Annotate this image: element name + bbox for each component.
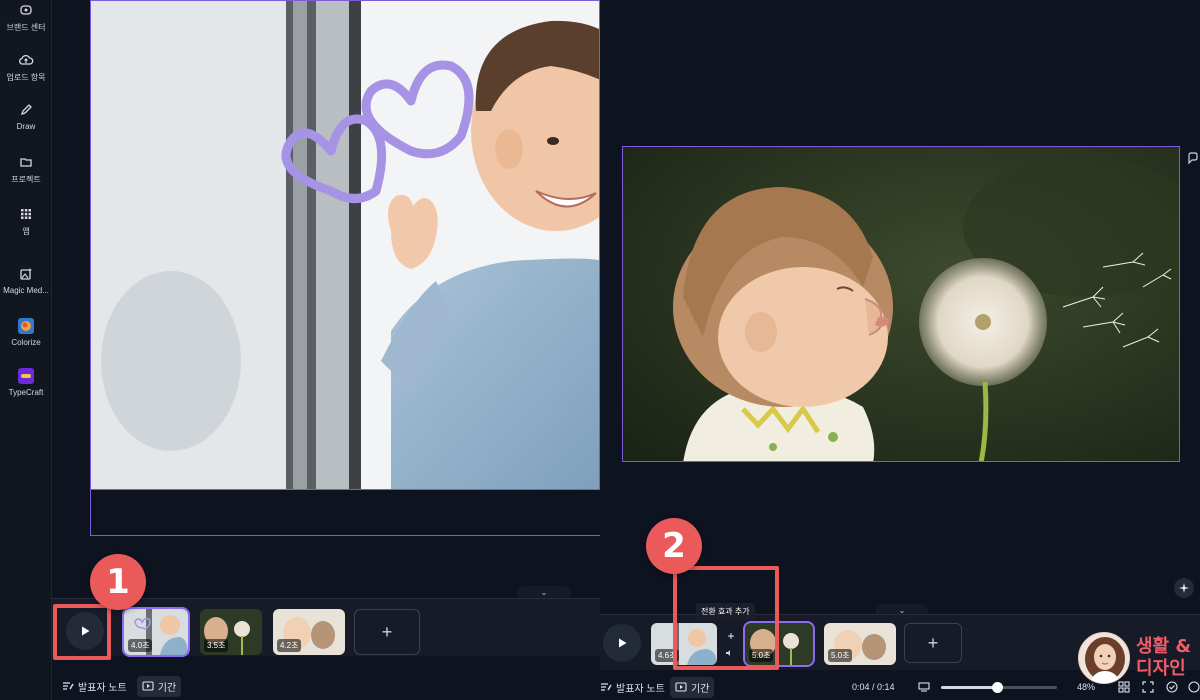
- timeline-page-thumb-2[interactable]: 3.5초: [200, 609, 262, 655]
- zoom-slider-fill: [941, 686, 997, 689]
- timeline-page-thumb-3[interactable]: 4.2초: [273, 609, 345, 655]
- add-page-button[interactable]: +: [354, 609, 420, 655]
- play-button[interactable]: [603, 624, 641, 662]
- timer-video-icon: [675, 682, 687, 692]
- sidebar-item-colorize[interactable]: Colorize: [0, 316, 52, 347]
- sidebar-item-uploads[interactable]: 업로드 항목: [0, 50, 52, 83]
- canvas-page-footer: [90, 490, 600, 536]
- timeline-collapse-tab[interactable]: ⌄: [518, 586, 570, 598]
- add-page-button[interactable]: +: [904, 623, 962, 663]
- sidebar-item-brand-center[interactable]: 브랜드 센터: [0, 0, 52, 33]
- sparkle-icon: [1179, 583, 1189, 593]
- sidebar: 브랜드 센터 업로드 항목 Draw 프로젝트 앱 Magic Med... C…: [0, 0, 52, 700]
- upload-cloud-icon: [15, 50, 37, 70]
- sidebar-item-label: 앱: [22, 227, 30, 236]
- zoom-slider-knob[interactable]: [991, 682, 1003, 693]
- duration-label: 기간: [691, 683, 710, 695]
- playback-time: 0:04 / 0:14: [852, 682, 895, 692]
- sidebar-item-label: Magic Med...: [3, 286, 49, 295]
- sidebar-item-label: Draw: [16, 122, 36, 131]
- left-bottom-bar: 발표자 노트 기간: [52, 672, 600, 700]
- speaker-notes-label: 발표자 노트: [616, 683, 665, 695]
- comment-icon[interactable]: [1185, 150, 1200, 166]
- chevron-down-icon: ⌄: [540, 587, 548, 597]
- design-canvas-page-1[interactable]: [90, 0, 600, 490]
- left-editor-pane: ⌄ 4.0초 3.5초 4.2초 + 발표자 노트 기간 1: [52, 0, 600, 700]
- pen-icon: [15, 100, 37, 120]
- brand-text: 생활 & 디자인: [1136, 636, 1191, 680]
- sidebar-item-label: TypeCraft: [8, 388, 44, 397]
- timer-video-icon: [142, 681, 154, 691]
- brand-center-icon: [15, 0, 37, 20]
- thumb-duration: 4.2초: [277, 639, 302, 652]
- brand-watermark: 생활 & 디자인: [1078, 632, 1196, 684]
- magic-sparkle-button[interactable]: [1174, 578, 1194, 598]
- sidebar-item-apps[interactable]: 앱: [0, 204, 52, 237]
- thumb-duration: 3.5초: [204, 639, 229, 652]
- callout-highlight-box-1: [53, 604, 111, 660]
- magic-media-icon: [15, 264, 37, 284]
- sidebar-item-typecraft[interactable]: TypeCraft: [0, 366, 52, 397]
- sidebar-item-label: Colorize: [11, 338, 41, 347]
- left-timeline: 4.0초 3.5초 4.2초 +: [52, 598, 600, 657]
- callout-badge-2: 2: [646, 518, 702, 574]
- zoom-slider[interactable]: [941, 682, 1057, 693]
- sidebar-item-label: 프로젝트: [11, 175, 41, 184]
- sidebar-item-magic-media[interactable]: Magic Med...: [0, 264, 52, 295]
- typecraft-app-icon: [15, 366, 37, 386]
- play-icon: [619, 638, 627, 648]
- slide-view-icon[interactable]: [916, 679, 932, 695]
- timeline-page-thumb-3[interactable]: 5.0초: [824, 623, 896, 665]
- thumb-duration: 5.0초: [828, 649, 853, 662]
- brand-line-1: 생활 &: [1136, 636, 1192, 657]
- brand-line-2: 디자인: [1136, 658, 1186, 679]
- thumb-duration: 4.0초: [128, 639, 153, 652]
- folder-icon: [15, 152, 37, 172]
- sidebar-item-label: 브랜드 센터: [6, 23, 46, 32]
- notes-icon: [601, 683, 612, 691]
- sidebar-item-projects[interactable]: 프로젝트: [0, 152, 52, 185]
- callout-badge-1: 1: [90, 554, 146, 610]
- duration-label: 기간: [157, 682, 177, 694]
- dandelion-photo: [623, 147, 1179, 461]
- speaker-notes-button[interactable]: 발표자 노트: [600, 680, 665, 695]
- speaker-notes-button[interactable]: 발표자 노트: [62, 679, 127, 694]
- sidebar-item-label: 업로드 항목: [6, 73, 46, 82]
- brand-avatar: [1078, 632, 1130, 684]
- callout-highlight-box-2: [673, 566, 779, 670]
- duration-button[interactable]: 기간: [670, 676, 715, 698]
- right-editor-pane: ⌄ 4.6초 + 5.0초 5.0초 + 전환 효과 추가 발표자 노트 기간 …: [600, 0, 1200, 700]
- sidebar-item-draw[interactable]: Draw: [0, 100, 52, 131]
- apps-grid-icon: [15, 204, 37, 224]
- colorize-app-icon: [15, 316, 37, 336]
- duration-button[interactable]: 기간: [136, 675, 182, 697]
- speaker-notes-label: 발표자 노트: [78, 682, 127, 694]
- design-canvas-page-2[interactable]: [622, 146, 1180, 462]
- timeline-page-thumb-1[interactable]: 4.0초: [122, 607, 190, 657]
- notes-icon: [63, 682, 74, 690]
- boy-photo: [91, 1, 599, 489]
- app-root: 브랜드 센터 업로드 항목 Draw 프로젝트 앱 Magic Med... C…: [0, 0, 1200, 700]
